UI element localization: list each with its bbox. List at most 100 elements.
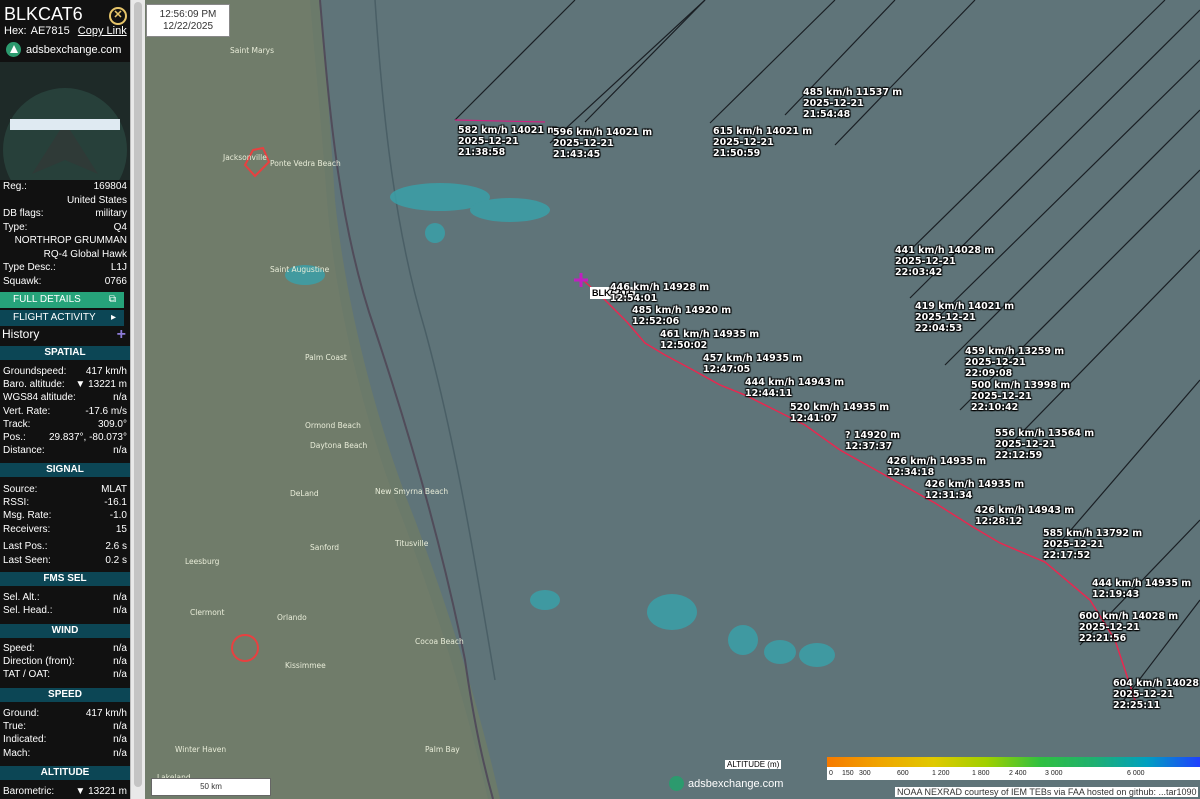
detail-key: Vert. Rate:	[3, 405, 51, 417]
detail-row: Ground: 417 km/h	[3, 708, 127, 720]
legend-tick: 3 000	[1045, 770, 1063, 777]
track-label-line: 2025-12-21	[553, 138, 614, 149]
place-label: Kissimmee	[285, 661, 326, 670]
map-view[interactable]: 12:56:09 PM 12/22/2025 Saint Marys Jackso…	[145, 0, 1200, 799]
track-point-label[interactable]: 426 km/h 14935 m 12:31:34	[925, 479, 1024, 501]
hex-row: Hex: AE7815 Copy Link	[4, 25, 127, 37]
track-label-line: 12:41:07	[790, 413, 838, 424]
track-point-label[interactable]: 520 km/h 14935 m 12:41:07	[790, 402, 889, 424]
detail-row: Vert. Rate: -17.6 m/s	[3, 406, 127, 418]
history-toggle[interactable]: History	[2, 327, 39, 341]
track-label-line: 22:21:56	[1079, 633, 1127, 644]
track-label-line: 461 km/h 14935 m	[660, 329, 760, 340]
place-label: Leesburg	[185, 557, 220, 566]
track-point-label[interactable]: 444 km/h 14943 m 12:44:11	[745, 377, 844, 399]
track-point-label[interactable]: 457 km/h 14935 m 12:47:05	[703, 353, 802, 375]
legend-tick: 1 800	[972, 770, 990, 777]
detail-value: 15	[115, 523, 127, 535]
full-details-button[interactable]: FULL DETAILS ⧉	[0, 292, 124, 308]
track-label-line: 22:09:08	[965, 368, 1013, 379]
detail-key: True:	[3, 721, 26, 733]
flight-activity-label: FLIGHT ACTIVITY	[13, 312, 96, 323]
track-point-label[interactable]: 426 km/h 14943 m 12:28:12	[975, 505, 1074, 527]
detail-key: Reg.:	[3, 181, 27, 192]
track-point-label[interactable]: 459 km/h 13259 m 2025-12-21 22:09:08	[965, 346, 1064, 379]
detail-row: Sel. Head.: n/a	[3, 605, 127, 617]
track-point-label[interactable]: 585 km/h 13792 m 2025-12-21 22:17:52	[1043, 528, 1142, 561]
detail-key: TAT / OAT:	[3, 669, 51, 681]
track-point-label[interactable]: 419 km/h 14021 m 2025-12-21 22:04:53	[915, 301, 1014, 334]
detail-key: Msg. Rate:	[3, 510, 52, 522]
track-label-line: 2025-12-21	[803, 98, 864, 109]
detail-row: Sel. Alt.: n/a	[3, 592, 127, 604]
track-point-label[interactable]: 426 km/h 14935 m 12:34:18	[887, 456, 986, 478]
detail-row: True: n/a	[3, 721, 127, 733]
detail-key: Distance:	[3, 445, 45, 457]
clock-time: 12:56:09 PM	[159, 9, 217, 20]
track-point-label[interactable]: 446 km/h 14928 m 12:54:01	[610, 282, 709, 304]
place-label: Saint Augustine	[270, 265, 330, 274]
track-point-label[interactable]: 485 km/h 11537 m 2025-12-21 21:54:48	[803, 87, 902, 120]
detail-key: RSSI:	[3, 497, 30, 509]
detail-key: Barometric:	[3, 786, 55, 797]
detail-row: Distance: n/a	[3, 445, 127, 457]
detail-row: Pos.: 29.837°, -80.073°	[3, 432, 127, 444]
track-point-label[interactable]: 500 km/h 13998 m 2025-12-21 22:10:42	[971, 380, 1070, 413]
detail-value: n/a	[113, 445, 127, 457]
map-attribution[interactable]: NOAA NEXRAD courtesy of IEM TEBs via FAA…	[895, 787, 1199, 797]
place-label: Saint Marys	[230, 46, 275, 55]
copy-link[interactable]: Copy Link	[78, 25, 127, 37]
altitude-legend-title: ALTITUDE (m)	[725, 760, 782, 769]
track-point-label[interactable]: 615 km/h 14021 m 2025-12-21 21:50:59	[713, 126, 812, 159]
track-point-label[interactable]: 444 km/h 14935 m 12:19:43	[1092, 578, 1191, 600]
track-point-label[interactable]: 441 km/h 14028 m 2025-12-21 22:03:42	[895, 245, 994, 278]
legend-tick: 0	[829, 770, 833, 777]
section-wind: WIND	[0, 624, 130, 638]
brand-name[interactable]: adsbexchange.com	[26, 44, 121, 56]
detail-row: TAT / OAT: n/a	[3, 669, 127, 681]
aircraft-info-panel: BLKCAT6 ✕ Hex: AE7815 Copy Link adsbexchan…	[0, 0, 131, 799]
track-label-line: 12:47:05	[703, 364, 751, 375]
detail-row: RSSI: -16.1	[3, 497, 127, 509]
track-label-line: 615 km/h 14021 m	[713, 126, 813, 137]
detail-key: Sel. Alt.:	[3, 592, 40, 603]
track-point-label[interactable]: 485 km/h 14920 m 12:52:06	[632, 305, 731, 327]
place-label: Daytona Beach	[310, 441, 368, 450]
place-label: DeLand	[290, 489, 319, 498]
track-label-line: 457 km/h 14935 m	[703, 353, 803, 364]
detail-key: DB flags:	[3, 208, 44, 219]
track-label-line: 459 km/h 13259 m	[965, 346, 1065, 357]
scrollbar-thumb[interactable]	[134, 2, 142, 787]
close-icon[interactable]: ✕	[109, 7, 127, 25]
track-point-label[interactable]: 604 km/h 14028 m2025-12-2122:25:11	[1113, 678, 1200, 711]
legend-tick: 600	[897, 770, 909, 777]
detail-value: n/a	[113, 592, 127, 603]
track-point-label[interactable]: 461 km/h 14935 m 12:50:02	[660, 329, 759, 351]
hex-label: Hex:	[4, 25, 27, 37]
track-point-label[interactable]: 582 km/h 14021 m 2025-12-21 21:38:58	[458, 125, 557, 158]
track-label-line: 21:54:48	[803, 109, 851, 120]
detail-key: Mach:	[3, 747, 31, 759]
section-spatial: SPATIAL	[0, 346, 130, 360]
flight-activity-button[interactable]: FLIGHT ACTIVITY ▸	[0, 310, 124, 326]
legend-tick: 300	[859, 770, 871, 777]
track-label-line: 12:34:18	[887, 467, 935, 478]
detail-row: Reg.: 169804	[3, 181, 127, 193]
track-label-line: 596 km/h 14021 m	[553, 127, 653, 138]
detail-row: Type: Q4	[3, 222, 127, 234]
sidebar-scrollbar[interactable]	[130, 0, 145, 799]
track-label-line: 21:38:58	[458, 147, 506, 158]
detail-value: 29.837°, -80.073°	[48, 432, 127, 443]
track-label-line: 2025-12-21	[458, 136, 519, 147]
track-point-label[interactable]: ? 14920 m 12:37:37	[845, 430, 900, 452]
track-point-label[interactable]: 600 km/h 14028 m 2025-12-21 22:21:56	[1079, 611, 1178, 644]
track-point-label[interactable]: 596 km/h 14021 m 2025-12-21 21:43:45	[553, 127, 652, 160]
track-label-line: 426 km/h 14935 m	[887, 456, 987, 467]
detail-row: Receivers: 15	[3, 524, 127, 536]
detail-key: Squawk:	[3, 275, 42, 287]
plus-icon[interactable]: +	[117, 326, 126, 344]
track-label-line: 2025-12-21	[713, 137, 774, 148]
detail-value: ▼ 13221 m	[75, 786, 127, 797]
track-point-label[interactable]: 556 km/h 13564 m 2025-12-21 22:12:59	[995, 428, 1094, 461]
full-details-label: FULL DETAILS	[13, 294, 81, 305]
